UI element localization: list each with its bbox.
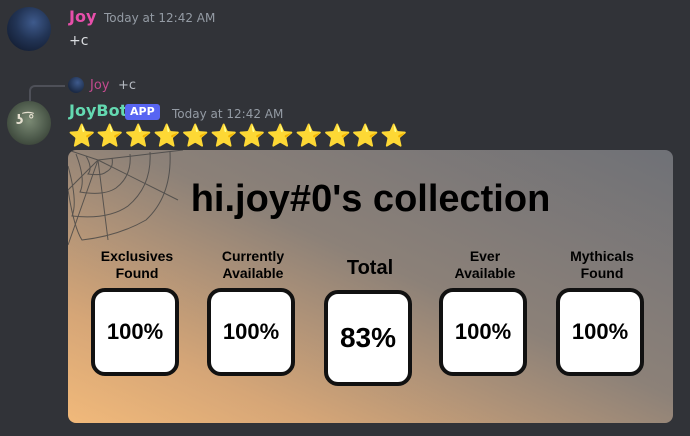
stat-value: 100% bbox=[439, 288, 527, 376]
stat-value: 83% bbox=[324, 290, 412, 386]
app-badge: APP bbox=[125, 104, 160, 120]
stat-label: Exclusives Found bbox=[100, 248, 174, 281]
stat-label: Currently Available bbox=[221, 248, 285, 281]
avatar-joybot[interactable]: ʖ ͡° bbox=[7, 101, 51, 145]
stat-value: 100% bbox=[207, 288, 295, 376]
stat-label: Mythicals Found bbox=[570, 248, 634, 281]
avatar-joy[interactable] bbox=[7, 7, 51, 51]
avatar-art: ʖ ͡° bbox=[16, 113, 35, 128]
stat-label: Ever Available bbox=[454, 248, 516, 281]
reply-username[interactable]: Joy bbox=[90, 78, 109, 93]
username-joybot[interactable]: JoyBot bbox=[69, 101, 127, 120]
collection-image[interactable]: hi.joy#0's collection Exclusives Found 10… bbox=[68, 150, 673, 423]
stat-value: 100% bbox=[556, 288, 644, 376]
timestamp: Today at 12:42 AM bbox=[172, 107, 284, 121]
message-content: +c bbox=[69, 33, 89, 49]
reply-avatar[interactable] bbox=[68, 77, 84, 93]
star-row: ⭐⭐⭐⭐⭐⭐⭐⭐⭐⭐⭐⭐ bbox=[68, 124, 409, 149]
username-joy[interactable]: Joy bbox=[69, 7, 96, 26]
reply-connector-icon bbox=[29, 85, 65, 101]
reply-content[interactable]: +c bbox=[118, 78, 136, 93]
stat-value: 100% bbox=[91, 288, 179, 376]
timestamp: Today at 12:42 AM bbox=[104, 11, 216, 25]
stat-label: Total bbox=[346, 257, 394, 279]
collection-title: hi.joy#0's collection bbox=[190, 178, 551, 220]
